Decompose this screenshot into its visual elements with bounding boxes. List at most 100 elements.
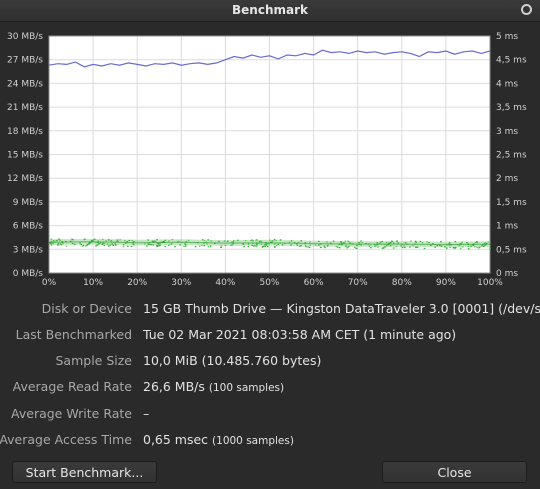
access-time-sample	[170, 243, 173, 245]
access-time-sample	[268, 243, 270, 245]
access-time-sample	[482, 245, 485, 248]
access-time-sample	[298, 245, 301, 247]
access-time-sample	[154, 240, 157, 242]
access-time-sample	[232, 241, 235, 243]
info-row-device: Disk or Device 15 GB Thumb Drive — Kings…	[0, 301, 540, 321]
access-time-sample	[266, 246, 269, 248]
access-time-sample	[403, 245, 405, 247]
y-tick-label-left: 3 MB/s	[13, 245, 44, 255]
access-time-sample	[168, 244, 171, 246]
access-time-sample	[74, 243, 76, 245]
y-tick-label-right: 1,5 ms	[496, 198, 527, 208]
access-time-sample	[157, 243, 160, 245]
y-tick-label-left: 24 MB/s	[7, 79, 43, 89]
access-time-sample	[444, 246, 446, 248]
access-time-sample	[251, 239, 254, 241]
access-time-sample	[243, 246, 245, 248]
access-time-sample	[255, 245, 258, 247]
start-benchmark-button[interactable]: Start Benchmark...	[12, 461, 157, 483]
access-time-sample	[171, 239, 174, 241]
y-tick-label-right: 2,5 ms	[496, 151, 527, 161]
access-time-sample	[382, 247, 385, 249]
benchmark-chart: 0 MB/s 0 ms 3 MB/s 0,5 ms 6 MB/s 1 ms 9 MB/s 1,…	[0, 24, 540, 292]
access-time-sample	[247, 246, 250, 248]
access-time-sample	[50, 242, 52, 244]
y-tick-label-right: 0,5 ms	[496, 245, 527, 255]
access-time-sample	[108, 239, 110, 241]
access-time-sample	[361, 242, 364, 244]
x-tick-label: 0%	[42, 278, 57, 288]
access-time-sample	[122, 246, 125, 248]
device-value: 15 GB Thumb Drive — Kingston DataTravele…	[143, 301, 540, 316]
access-time-sample	[314, 244, 317, 246]
access-time-sample	[467, 248, 470, 250]
access-time-sample	[79, 242, 81, 244]
access-time-sample	[275, 239, 277, 241]
access-time-sample	[164, 246, 167, 248]
access-time-sample	[275, 245, 278, 247]
access-time-sample	[271, 240, 274, 242]
access-time-sample	[290, 240, 293, 242]
info-row-access-time: Average Access Time 0,65 msec (1000 samp…	[0, 432, 540, 452]
info-row-last-benchmarked: Last Benchmarked Tue 02 Mar 2021 08:03:5…	[0, 327, 540, 347]
y-tick-label-right: 3,5 ms	[496, 103, 527, 113]
access-time-sample	[159, 243, 161, 246]
access-time-sample	[326, 245, 329, 247]
access-time-sample	[156, 239, 158, 241]
access-time-value: 0,65 msec	[143, 432, 209, 447]
last-benchmarked-label: Last Benchmarked	[15, 327, 132, 342]
access-time-sample	[344, 240, 347, 242]
sample-size-value: 10,0 MiB (10.485.760 bytes)	[143, 353, 322, 368]
access-time-sample	[348, 242, 351, 244]
access-time-sample	[237, 239, 239, 241]
access-time-sample	[353, 246, 356, 248]
access-time-sample	[347, 240, 350, 242]
access-time-sample	[112, 244, 114, 246]
window-close-icon[interactable]	[521, 4, 532, 15]
access-time-sample	[335, 245, 338, 248]
access-time-sample	[262, 245, 265, 247]
access-time-sample	[430, 244, 432, 246]
access-time-sample	[174, 246, 176, 248]
access-time-sample	[203, 245, 205, 247]
access-time-sample	[410, 240, 412, 242]
access-time-sample	[446, 247, 448, 249]
access-time-sample	[273, 243, 276, 245]
access-time-sample	[103, 244, 106, 246]
access-time-sample	[279, 239, 282, 241]
access-time-sample	[395, 245, 398, 247]
access-time-sample	[348, 245, 350, 247]
access-time-sample	[255, 239, 258, 241]
access-time-sample	[392, 247, 395, 249]
read-rate-value: 26,6 MB/s	[143, 379, 205, 394]
access-time-sample	[265, 243, 268, 245]
access-time-sample	[260, 243, 263, 245]
access-time-sample	[102, 238, 104, 241]
access-time-sample	[71, 239, 74, 241]
access-time-sample	[105, 240, 107, 242]
access-time-sample	[132, 244, 135, 246]
access-time-sample	[149, 244, 152, 246]
access-time-sample	[332, 240, 335, 242]
access-time-sample	[269, 239, 271, 241]
close-button[interactable]: Close	[382, 461, 527, 483]
access-time-sample	[114, 244, 117, 246]
access-time-sample	[159, 245, 161, 247]
access-time-sample	[52, 240, 55, 242]
access-time-sample	[179, 244, 181, 246]
access-time-sample	[114, 243, 117, 245]
access-time-sample	[478, 246, 481, 248]
access-time-sample	[184, 243, 186, 245]
access-time-sample	[153, 240, 155, 242]
access-time-sample	[94, 238, 96, 240]
access-time-sample	[50, 238, 53, 240]
access-time-sample	[266, 244, 268, 246]
access-time-sample	[103, 242, 106, 244]
x-tick-label: 50%	[259, 278, 279, 288]
device-label: Disk or Device	[41, 301, 132, 316]
access-time-sample	[340, 241, 342, 243]
access-time-sample	[323, 245, 326, 247]
info-row-sample-size: Sample Size 10,0 MiB (10.485.760 bytes)	[0, 353, 540, 373]
access-time-sample	[404, 246, 406, 249]
y-tick-label-left: 21 MB/s	[7, 103, 43, 113]
